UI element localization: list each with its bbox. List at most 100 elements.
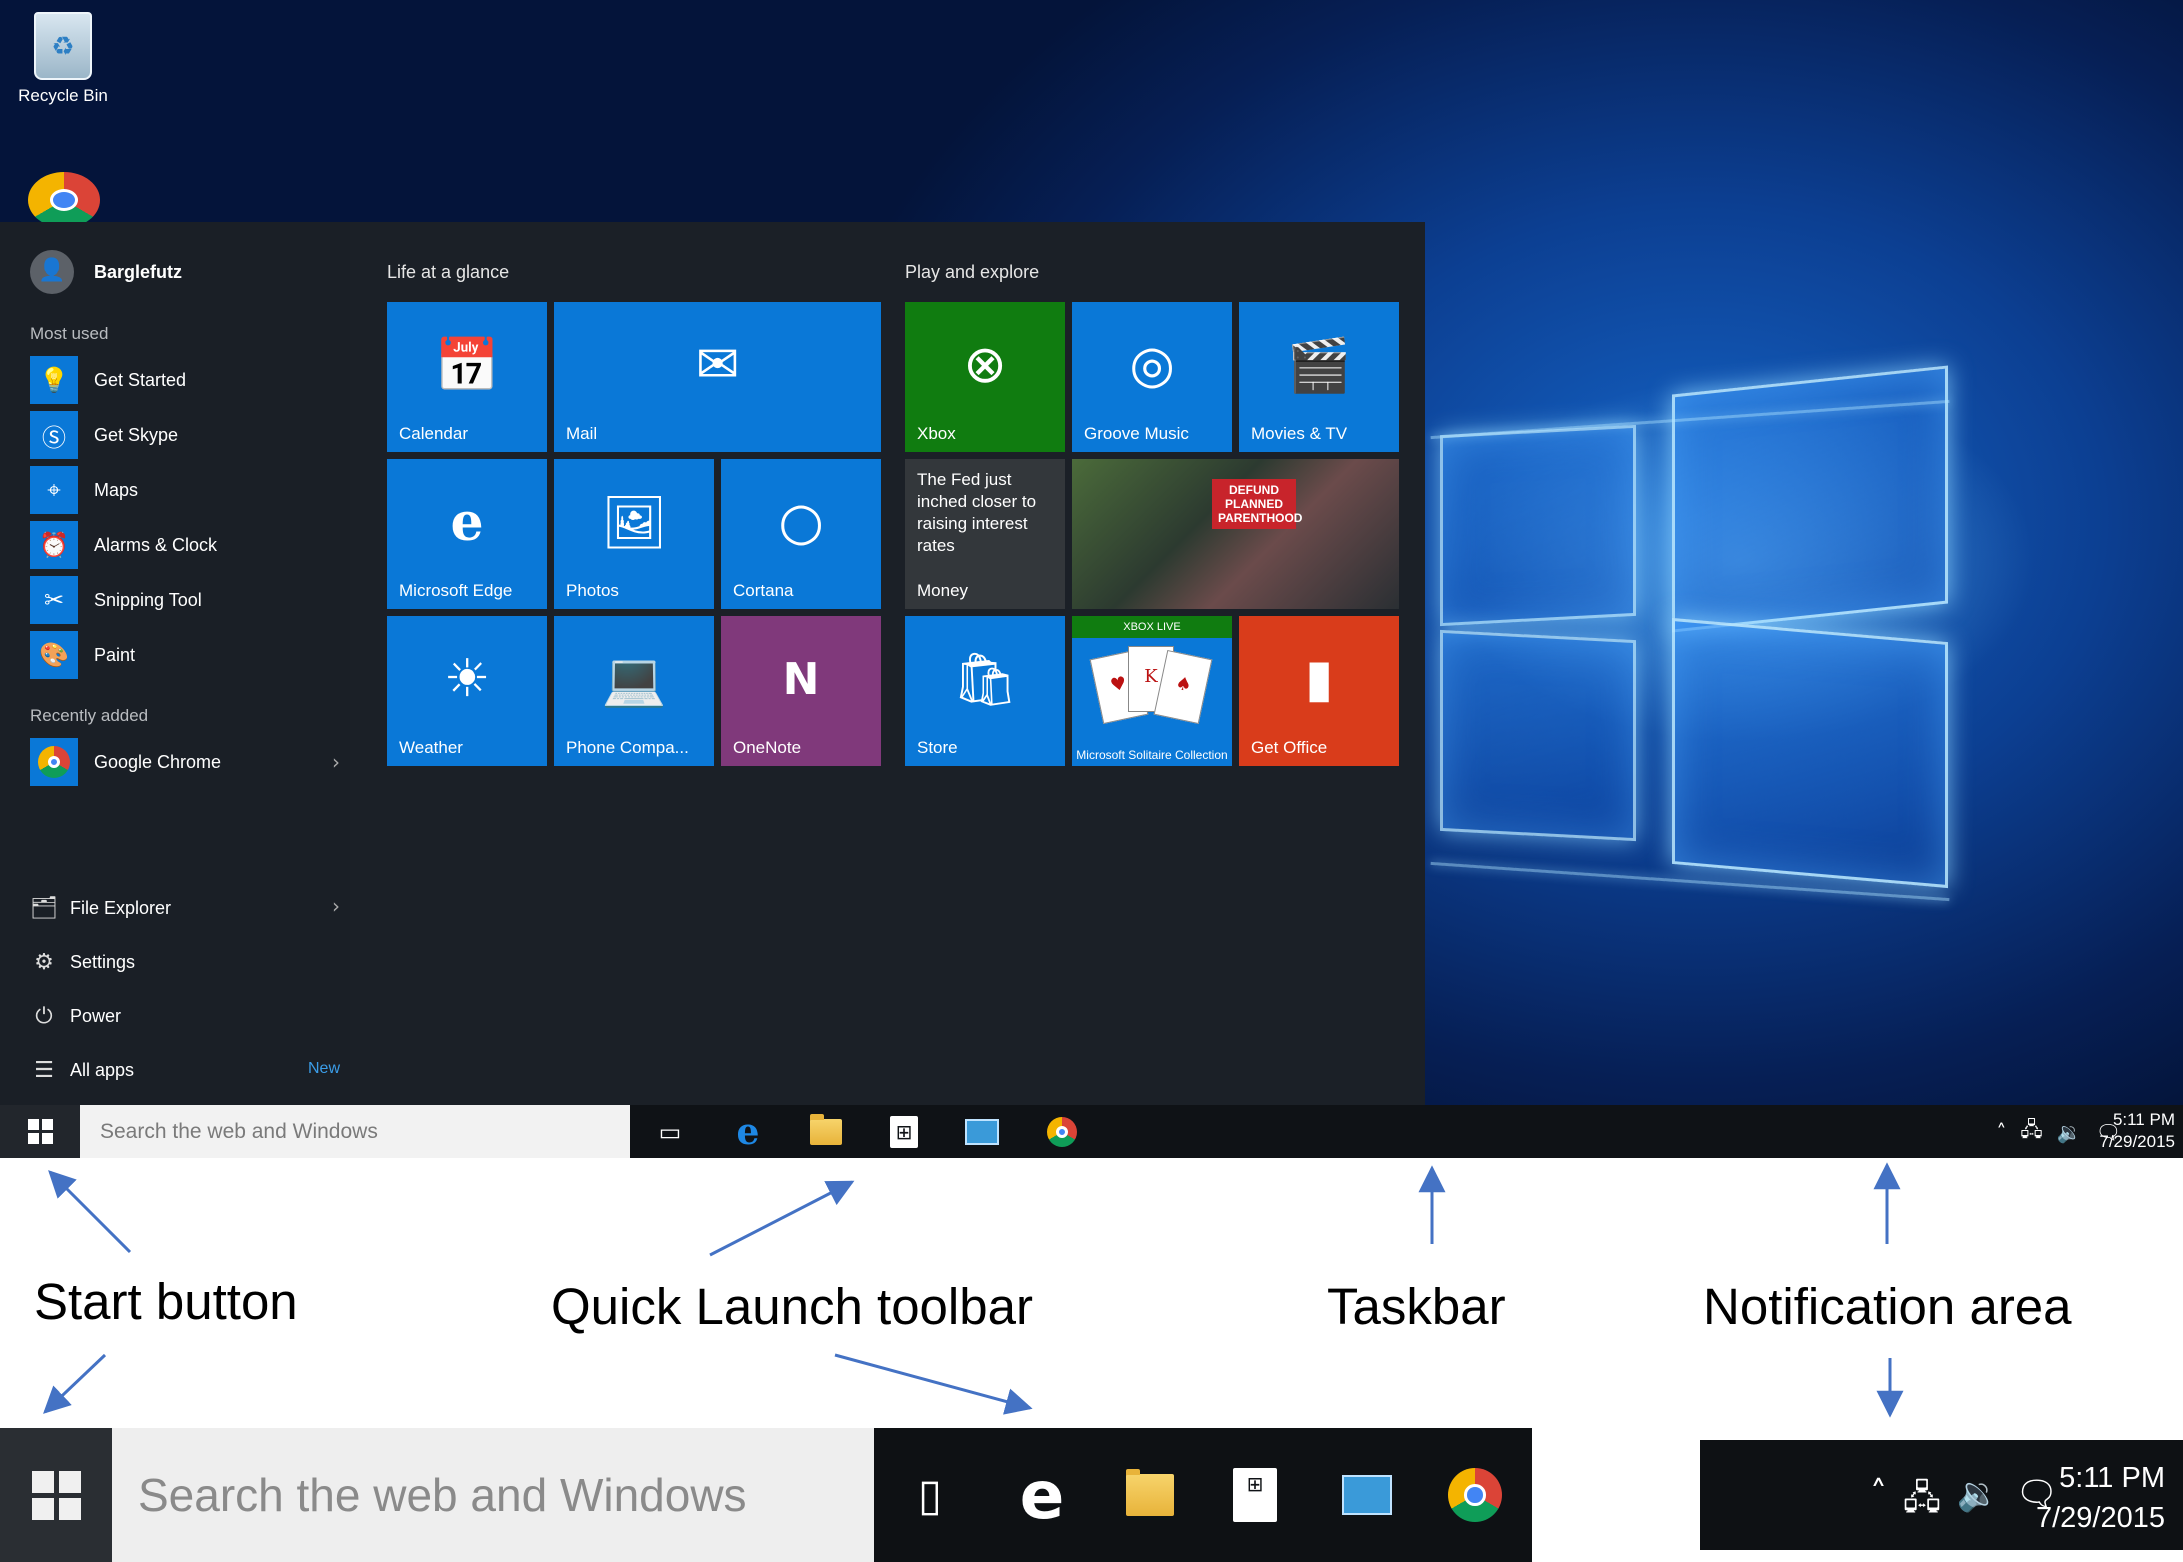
clapperboard-icon: 🎬	[1286, 335, 1352, 396]
app-label: Snipping Tool	[94, 589, 202, 610]
tile-label: Microsoft Solitaire Collection	[1076, 748, 1228, 762]
system-item-label: Settings	[70, 951, 136, 972]
tile-xbox[interactable]: ⊗ Xbox	[905, 302, 1065, 452]
system-item-power[interactable]: ⏻ Power	[30, 998, 340, 1034]
recently-added-heading: Recently added	[30, 706, 149, 725]
onenote-icon: N	[782, 653, 820, 705]
app-item-paint[interactable]: 🎨 Paint	[30, 631, 340, 679]
search-input[interactable]: Search the web and Windows	[112, 1428, 874, 1562]
app-item-snipping-tool[interactable]: ✂ Snipping Tool	[30, 576, 340, 624]
paint-palette-icon: 🎨	[30, 631, 78, 679]
notification-area-zoom-inset: ˄ 🖧 🔉 🗨 5:11 PM 7/29/2015	[1700, 1440, 2183, 1550]
tile-money[interactable]: The Fed just inched closer to raising in…	[905, 459, 1065, 609]
app-item-google-chrome[interactable]: Google Chrome ›	[30, 738, 340, 786]
clock[interactable]: 5:11 PM 7/29/2015	[2099, 1109, 2175, 1153]
windows-logo-icon	[27, 1119, 53, 1144]
app-item-alarms-clock[interactable]: ⏰ Alarms & Clock	[30, 521, 340, 569]
arrow-quick-launch-zoom	[834, 1353, 1033, 1415]
taskbar-zoom-inset: Search the web and Windows ▯ e	[0, 1428, 1532, 1562]
tile-label: Mail	[566, 424, 598, 443]
office-icon: ▮	[1304, 649, 1334, 709]
tile-label: Store	[917, 738, 958, 757]
tile-label: Money	[917, 581, 969, 600]
volume-icon[interactable]: 🔉	[2057, 1120, 2082, 1144]
windows-logo-pane	[1672, 617, 1948, 889]
tile-label: Get Office	[1251, 738, 1328, 757]
tile-microsoft-solitaire-collection[interactable]: XBOX LIVE ♥ K ♠ Microsoft Solitaire Coll…	[1072, 616, 1232, 766]
system-item-file-explorer[interactable]: 🗂 File Explorer ›	[30, 890, 340, 926]
chrome-icon	[38, 746, 70, 778]
file-explorer-icon[interactable]	[806, 1112, 846, 1152]
chevron-up-icon[interactable]: ˄	[1996, 1120, 2006, 1144]
start-button[interactable]	[0, 1105, 80, 1158]
app-label: Maps	[94, 479, 139, 500]
task-view-icon[interactable]: ▭	[650, 1112, 690, 1152]
app-label: Get Skype	[94, 424, 179, 445]
desktop: Recycle Bin Barglefutz Most used 💡 Get S…	[0, 0, 2183, 1158]
tile-photos[interactable]: 🖼 Photos	[554, 459, 714, 609]
app-label: Google Chrome	[94, 751, 222, 772]
solitaire-cards-icon: ♥ K ♠	[1089, 646, 1213, 736]
arrow-start-button	[48, 1170, 132, 1254]
alarm-clock-icon: ⏰	[30, 521, 78, 569]
edge-icon[interactable]: e	[1005, 1457, 1079, 1534]
windows-logo-icon	[31, 1470, 81, 1520]
protest-sign: DEFUND PLANNED PARENTHOOD	[1212, 479, 1302, 529]
system-item-settings[interactable]: ⚙ Settings	[30, 944, 340, 980]
chrome-icon[interactable]	[1042, 1112, 1082, 1152]
task-view-icon[interactable]: ▯	[893, 1458, 967, 1532]
group-title-play-and-explore: Play and explore	[905, 262, 1040, 282]
tile-get-office[interactable]: ▮ Get Office	[1239, 616, 1399, 766]
chevron-right-icon[interactable]: ›	[332, 750, 340, 774]
edge-icon: e	[450, 491, 484, 553]
tile-microsoft-edge[interactable]: e Microsoft Edge	[387, 459, 547, 609]
store-icon[interactable]	[884, 1112, 924, 1152]
tile-label: Phone Compa...	[566, 738, 689, 757]
tile-store[interactable]: 🛍 Store	[905, 616, 1065, 766]
volume-icon[interactable]: 🔉	[1957, 1474, 1999, 1531]
tile-label: Calendar	[399, 424, 468, 443]
clock[interactable]: 5:11 PM 7/29/2015	[2036, 1458, 2165, 1538]
file-explorer-icon[interactable]	[1113, 1458, 1187, 1532]
tile-weather[interactable]: ☀ Weather	[387, 616, 547, 766]
tile-onenote[interactable]: N OneNote	[721, 616, 881, 766]
outlook-icon[interactable]	[962, 1112, 1002, 1152]
tile-label: Cortana	[733, 581, 794, 600]
desktop-icon-recycle-bin[interactable]: Recycle Bin	[8, 12, 118, 106]
network-icon[interactable]: 🖧	[1903, 1474, 1941, 1531]
sun-icon: ☀	[443, 649, 491, 709]
store-icon[interactable]	[1218, 1458, 1292, 1532]
app-item-get-started[interactable]: 💡 Get Started	[30, 356, 340, 404]
tile-calendar[interactable]: 📅 Calendar	[387, 302, 547, 452]
chrome-icon[interactable]	[1438, 1458, 1512, 1532]
tile-groove-music[interactable]: ◎ Groove Music	[1072, 302, 1232, 452]
chevron-up-icon[interactable]: ˄	[1870, 1474, 1887, 1531]
tile-phone-companion[interactable]: 💻 Phone Compa...	[554, 616, 714, 766]
tile-label: Photos	[566, 581, 619, 600]
tile-label: Groove Music	[1084, 424, 1189, 443]
tile-movies-tv[interactable]: 🎬 Movies & TV	[1239, 302, 1399, 452]
clock-date: 7/29/2015	[2035, 1502, 2165, 1534]
app-item-get-skype[interactable]: Ⓢ Get Skype	[30, 411, 340, 459]
annotation-taskbar: Taskbar	[1327, 1278, 1506, 1335]
system-item-all-apps[interactable]: ☰ All apps New	[30, 1052, 340, 1088]
outlook-icon[interactable]	[1330, 1458, 1404, 1532]
list-icon: ☰	[34, 1057, 54, 1083]
groove-music-icon: ◎	[1129, 335, 1175, 395]
system-item-label: File Explorer	[70, 897, 172, 918]
tile-label: Movies & TV	[1251, 424, 1348, 443]
network-icon[interactable]: 🖧	[2020, 1115, 2042, 1149]
cortana-icon: ○	[778, 492, 824, 552]
tile-news-photo[interactable]: DEFUND PLANNED PARENTHOOD	[1072, 459, 1399, 609]
chrome-icon[interactable]	[28, 172, 100, 228]
user-account[interactable]: Barglefutz	[30, 250, 182, 294]
chevron-right-icon[interactable]: ›	[332, 894, 340, 918]
search-input[interactable]: Search the web and Windows	[80, 1105, 630, 1158]
most-used-heading: Most used	[30, 324, 109, 343]
start-button[interactable]	[0, 1428, 112, 1562]
edge-icon[interactable]: e	[728, 1111, 768, 1153]
app-item-maps[interactable]: ⌖ Maps	[30, 466, 340, 514]
tile-cortana[interactable]: ○ Cortana	[721, 459, 881, 609]
new-badge: New	[307, 1060, 340, 1077]
tile-mail[interactable]: ✉ Mail	[554, 302, 881, 452]
